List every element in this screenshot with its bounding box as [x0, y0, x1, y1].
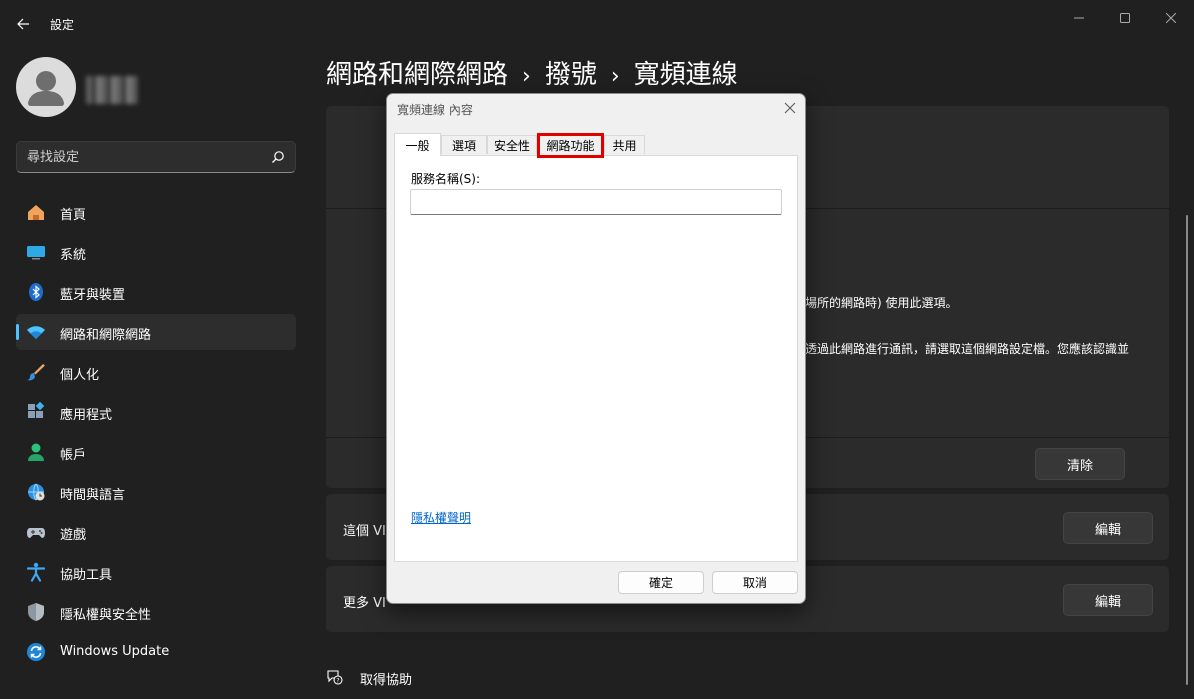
- accessibility-icon: [26, 562, 46, 582]
- sidebar-item-label: 時間與語言: [60, 488, 126, 503]
- system-icon: [26, 242, 46, 262]
- title-bar: 設定: [0, 0, 1194, 48]
- chevron-right-icon: ›: [522, 64, 531, 89]
- vpn-row-label: 這個 VI: [343, 524, 386, 539]
- dialog-title: 寬頻連線 內容: [397, 103, 473, 117]
- user-avatar-icon: [28, 71, 64, 106]
- breadcrumb: 網路和網際網路 › 撥號 › 寬頻連線: [326, 54, 738, 91]
- get-help-link[interactable]: 取得協助: [360, 669, 412, 688]
- scrollbar[interactable]: [1186, 215, 1188, 685]
- ok-button[interactable]: 確定: [618, 571, 704, 594]
- search-input[interactable]: [17, 142, 277, 172]
- sidebar-item-accessibility[interactable]: 協助工具: [16, 554, 296, 590]
- sidebar-item-label: 應用程式: [60, 408, 113, 423]
- minimize-icon: [1074, 17, 1084, 19]
- maximize-button[interactable]: [1102, 4, 1148, 32]
- home-icon: [26, 202, 46, 222]
- sidebar-item-label: 首頁: [60, 208, 87, 223]
- sidebar-item-time-language[interactable]: 時間與語言: [16, 474, 296, 510]
- sidebar-item-accounts[interactable]: 帳戶: [16, 434, 296, 470]
- sidebar-item-label: 遊戲: [60, 528, 87, 543]
- sidebar-item-label: Windows Update: [60, 644, 170, 659]
- search-icon[interactable]: [271, 150, 285, 164]
- more-vpn-row-label: 更多 VI: [343, 596, 386, 611]
- sidebar-item-network[interactable]: 網路和網際網路: [16, 314, 296, 350]
- sidebar-item-personalization[interactable]: 個人化: [16, 354, 296, 390]
- service-name-input[interactable]: [410, 189, 782, 215]
- cancel-button[interactable]: 取消: [712, 571, 798, 594]
- breadcrumb-item-dialup[interactable]: 撥號: [545, 60, 597, 90]
- sidebar-item-label: 協助工具: [60, 568, 113, 583]
- service-name-label: 服務名稱(S):: [411, 172, 481, 186]
- account-icon: [26, 442, 46, 462]
- gamepad-icon: [26, 522, 46, 542]
- sidebar-nav: 首頁 系統 藍牙與裝置 網路和網際網路 個人化 應用程式 帳戶 時間與語言 遊戲…: [16, 194, 296, 674]
- edit-button[interactable]: 編輯: [1063, 584, 1153, 616]
- avatar[interactable]: [16, 57, 76, 117]
- tab-sharing[interactable]: 共用: [604, 135, 645, 154]
- back-button[interactable]: [8, 10, 38, 38]
- network-profile-private-desc: 透過此網路進行通訊，請選取這個網路設定檔。您應該認識並: [805, 342, 1130, 356]
- sidebar-item-windows-update[interactable]: Windows Update: [16, 634, 296, 670]
- networking-tab-highlight-box: [537, 133, 604, 158]
- clear-button[interactable]: 清除: [1035, 448, 1125, 480]
- tab-security[interactable]: 安全性: [487, 135, 537, 154]
- search-box: [16, 141, 296, 173]
- sidebar-item-bluetooth[interactable]: 藍牙與裝置: [16, 274, 296, 310]
- tab-general[interactable]: 一般: [394, 133, 441, 156]
- sidebar-item-privacy-security[interactable]: 隱私權與安全性: [16, 594, 296, 630]
- back-arrow-icon: [17, 18, 29, 30]
- wifi-icon: [26, 322, 46, 342]
- sidebar-item-label: 個人化: [60, 368, 100, 383]
- dialog-close-icon[interactable]: [782, 100, 798, 116]
- help-icon[interactable]: ?: [326, 668, 344, 686]
- svg-text:?: ?: [336, 678, 339, 685]
- update-icon: [26, 642, 46, 662]
- app-title: 設定: [50, 18, 75, 32]
- sidebar-item-label: 網路和網際網路: [60, 328, 152, 343]
- breadcrumb-item-current: 寬頻連線: [633, 60, 738, 90]
- bluetooth-icon: [26, 282, 46, 302]
- sidebar-item-label: 系統: [60, 248, 87, 263]
- privacy-statement-link[interactable]: 隱私權聲明: [411, 509, 471, 526]
- brush-icon: [26, 362, 46, 382]
- network-profile-public-desc: 場所的網路時) 使用此選項。: [805, 296, 958, 310]
- sidebar-item-label: 帳戶: [60, 448, 87, 463]
- connection-properties-dialog: 寬頻連線 內容 一般 選項 安全性 網路功能 共用 服務名稱(S): 隱私權聲明…: [386, 93, 806, 604]
- user-name-blurred: [86, 76, 138, 104]
- sidebar-item-system[interactable]: 系統: [16, 234, 296, 270]
- tab-options[interactable]: 選項: [441, 135, 487, 154]
- sidebar-item-label: 藍牙與裝置: [60, 288, 126, 303]
- maximize-icon: [1120, 13, 1130, 23]
- minimize-button[interactable]: [1056, 4, 1102, 32]
- close-window-button[interactable]: [1148, 4, 1194, 32]
- sidebar-item-label: 隱私權與安全性: [60, 608, 152, 623]
- sidebar-item-apps[interactable]: 應用程式: [16, 394, 296, 430]
- tab-panel-general: 服務名稱(S): 隱私權聲明: [394, 155, 798, 562]
- breadcrumb-item-network[interactable]: 網路和網際網路: [326, 60, 508, 90]
- chevron-right-icon: ›: [610, 64, 620, 89]
- sidebar-item-gaming[interactable]: 遊戲: [16, 514, 296, 550]
- shield-icon: [26, 602, 46, 622]
- edit-button[interactable]: 編輯: [1063, 512, 1153, 544]
- apps-icon: [26, 402, 46, 422]
- sidebar-item-home[interactable]: 首頁: [16, 194, 296, 230]
- close-icon: [1166, 13, 1176, 23]
- globe-clock-icon: [26, 482, 46, 502]
